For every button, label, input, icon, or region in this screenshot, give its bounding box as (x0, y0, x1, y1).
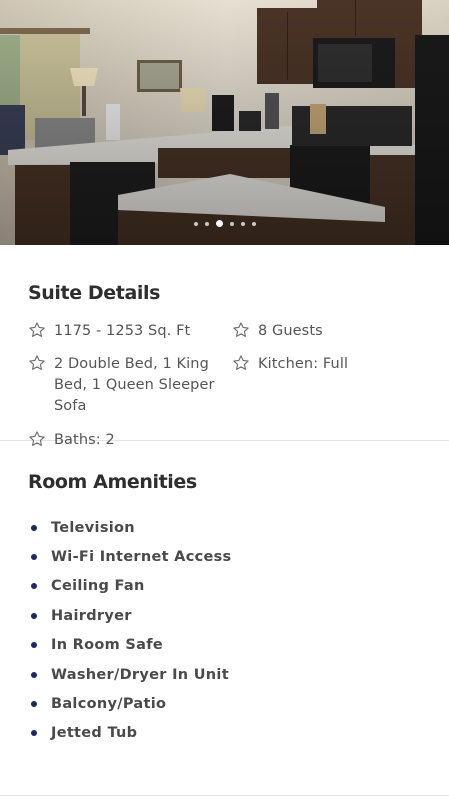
bullet-icon (31, 524, 37, 531)
amenities-list: Television Wi-Fi Internet Access Ceiling… (28, 513, 421, 748)
list-item: Washer/Dryer In Unit (28, 660, 421, 689)
star-outline-icon (233, 322, 249, 337)
carousel-dot[interactable] (204, 221, 209, 226)
bullet-icon (31, 730, 37, 737)
room-amenities-title: Room Amenities (28, 471, 197, 493)
bullet-icon (31, 612, 37, 619)
bullet-icon (31, 701, 37, 708)
carousel-dot[interactable] (251, 221, 256, 226)
carousel-dot[interactable] (240, 221, 245, 226)
star-outline-icon (29, 355, 45, 370)
bullet-icon (31, 554, 37, 561)
list-item: Television (28, 513, 421, 542)
suite-photo-carousel[interactable] (0, 0, 449, 245)
carousel-dot[interactable] (229, 221, 234, 226)
carousel-dot[interactable] (193, 221, 198, 226)
detail-guests: 8 Guests (232, 321, 412, 342)
bullet-icon (31, 642, 37, 649)
list-item: Ceiling Fan (28, 572, 421, 601)
detail-square-feet: 1175 - 1253 Sq. Ft (28, 321, 228, 342)
bullet-icon (31, 583, 37, 590)
detail-baths: Baths: 2 (28, 430, 222, 451)
detail-beds: 2 Double Bed, 1 King Bed, 1 Queen Sleepe… (28, 354, 222, 417)
list-item: Balcony/Patio (28, 689, 421, 718)
list-item: Hairdryer (28, 601, 421, 630)
list-item: Jetted Tub (28, 719, 421, 748)
section-divider (0, 795, 449, 796)
detail-kitchen: Kitchen: Full (232, 354, 412, 375)
bullet-icon (31, 671, 37, 678)
star-outline-icon (233, 355, 249, 370)
suite-details-grid: 1175 - 1253 Sq. Ft 8 Guests 2 Double Bed… (28, 321, 421, 448)
kitchen-photo (0, 0, 449, 245)
star-outline-icon (29, 431, 45, 446)
suite-details-section: Suite Details 1175 - 1253 Sq. Ft 8 Guest… (0, 245, 449, 448)
list-item: In Room Safe (28, 631, 421, 660)
carousel-indicator[interactable] (0, 220, 449, 227)
star-outline-icon (29, 322, 45, 337)
suite-details-title: Suite Details (28, 282, 161, 304)
room-amenities-section: Room Amenities Television Wi-Fi Internet… (0, 441, 449, 748)
list-item: Wi-Fi Internet Access (28, 542, 421, 571)
carousel-dot-active[interactable] (215, 220, 223, 227)
